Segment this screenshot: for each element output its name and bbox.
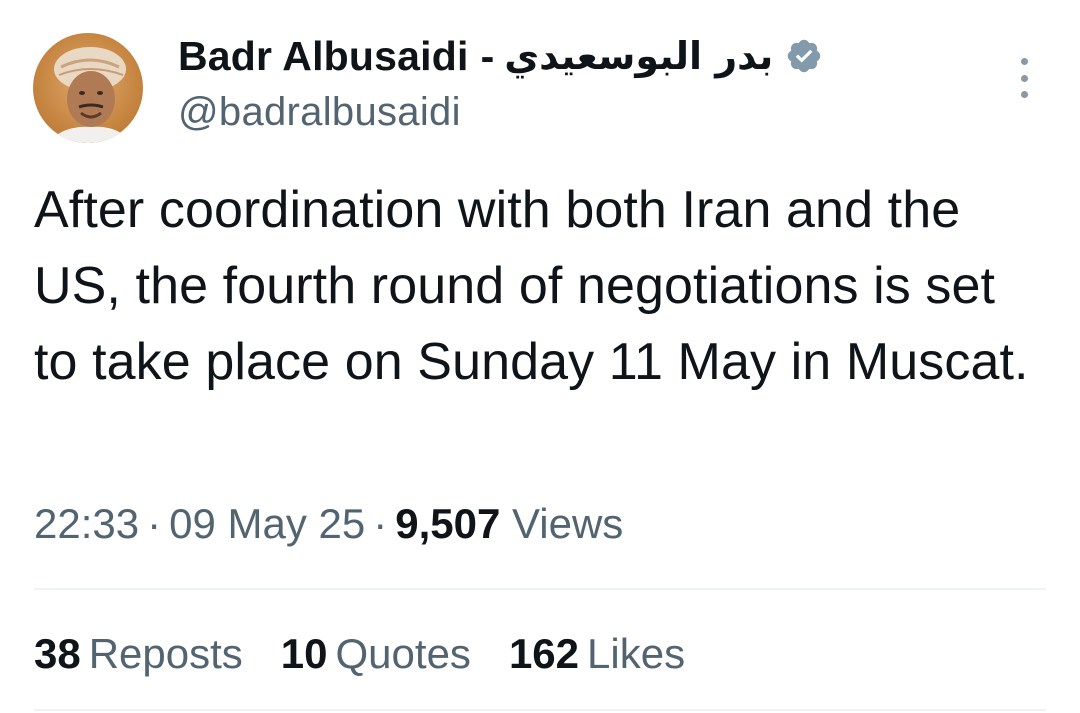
name-row: Badr Albusaidi - بدر البوسعيدي: [178, 28, 930, 84]
name-separator: -: [480, 32, 495, 79]
tweet-card: Badr Albusaidi - بدر البوسعيدي @badralbu…: [0, 0, 1080, 713]
divider: [34, 709, 1046, 711]
arabic-display-name[interactable]: بدر البوسعيدي: [504, 34, 773, 78]
views-count[interactable]: 9,507: [395, 500, 500, 547]
tweet-meta: 22:33 · 09 May 25 · 9,507 Views: [34, 492, 623, 556]
more-options-icon[interactable]: [1013, 58, 1035, 98]
user-handle[interactable]: @badralbusaidi: [178, 90, 930, 135]
tweet-text: After coordination with both Iran and th…: [34, 181, 1029, 391]
views-label: Views: [512, 500, 624, 547]
more-dot: [1020, 91, 1028, 98]
divider: [34, 588, 1046, 590]
meta-dot: ·: [147, 500, 162, 547]
quotes-label: Quotes: [335, 630, 471, 677]
display-name[interactable]: Badr Albusaidi: [178, 33, 469, 80]
quotes-count: 10: [280, 630, 328, 677]
likes-count: 162: [508, 630, 580, 677]
tweet-date[interactable]: 09 May 25: [169, 500, 365, 547]
reposts-label: Reposts: [88, 630, 243, 677]
reposts-stat[interactable]: 38 Reposts: [34, 622, 243, 686]
quotes-stat[interactable]: 10 Quotes: [281, 622, 471, 686]
tweet-time[interactable]: 22:33: [34, 500, 139, 547]
profile-photo: [33, 33, 143, 143]
likes-label: Likes: [587, 630, 686, 677]
verified-badge-icon: [785, 37, 823, 75]
likes-stat[interactable]: 162 Likes: [509, 622, 685, 686]
avatar[interactable]: [33, 33, 143, 143]
reposts-count: 38: [34, 630, 81, 677]
engagement-stats: 38 Reposts 10 Quotes 162 Likes: [34, 622, 685, 686]
author-block: Badr Albusaidi - بدر البوسعيدي @badralbu…: [178, 28, 930, 135]
meta-dot: ·: [373, 500, 388, 547]
more-dot: [1020, 74, 1028, 82]
more-dot: [1020, 58, 1028, 65]
